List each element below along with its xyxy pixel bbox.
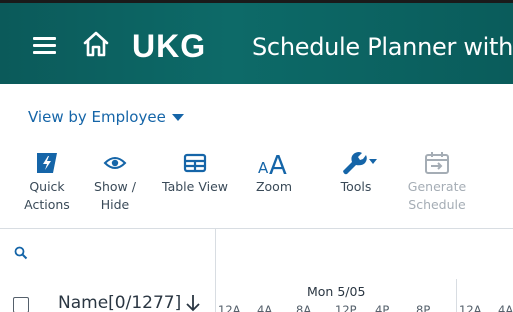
generate-schedule-button[interactable]: Generate Schedule — [401, 148, 473, 214]
divider — [0, 228, 513, 229]
hour-label: 12A — [459, 303, 482, 312]
table-icon — [159, 148, 231, 178]
tool-label: Schedule — [408, 197, 466, 212]
svg-text:A: A — [269, 151, 287, 177]
hour-label: 12P — [335, 303, 357, 312]
hour-label: 12A — [218, 303, 241, 312]
zoom-button[interactable]: A A Zoom — [248, 148, 300, 196]
tool-label: Tools — [340, 179, 372, 194]
divider — [456, 279, 457, 312]
page-title: Schedule Planner with A — [252, 33, 513, 61]
hour-label: 4P — [375, 303, 390, 312]
select-all-checkbox[interactable] — [13, 297, 29, 312]
home-icon[interactable] — [82, 30, 110, 58]
calendar-generate-icon — [401, 148, 473, 178]
view-by-label: View by Employee — [28, 108, 166, 126]
sort-arrow-down-icon[interactable] — [186, 294, 200, 312]
tool-label: Actions — [24, 197, 70, 212]
tools-button[interactable]: Tools — [328, 148, 384, 196]
name-column-header[interactable]: Name[0/1277] — [58, 293, 181, 312]
tool-label: Show / — [94, 179, 136, 194]
logo-text: UKG — [132, 27, 207, 64]
tool-label: Quick — [29, 179, 65, 194]
view-by-dropdown[interactable]: View by Employee — [28, 108, 184, 126]
eye-icon — [86, 148, 144, 178]
hour-label: 4A — [257, 303, 273, 312]
day-label: Mon 5/05 — [307, 284, 366, 299]
caret-down-icon — [171, 113, 184, 121]
top-bar: UKG Schedule Planner with A — [0, 0, 513, 84]
tool-label: Generate — [407, 179, 467, 194]
tool-label: Hide — [100, 197, 130, 212]
wrench-icon — [328, 148, 384, 178]
tool-label: Zoom — [255, 179, 293, 194]
hamburger-menu-icon[interactable] — [33, 37, 57, 57]
table-view-button[interactable]: Table View — [159, 148, 231, 196]
show-hide-button[interactable]: Show / Hide — [86, 148, 144, 214]
svg-text:A: A — [258, 159, 269, 177]
zoom-icon: A A — [248, 148, 300, 178]
divider — [215, 229, 216, 312]
search-icon[interactable] — [14, 246, 28, 260]
hour-label: 4A — [498, 303, 513, 312]
quick-actions-icon — [18, 148, 76, 178]
hour-label: 8P — [416, 303, 431, 312]
tool-label: Table View — [162, 179, 228, 194]
ukg-logo: UKG — [132, 27, 207, 64]
hour-label: 8A — [296, 303, 312, 312]
quick-actions-button[interactable]: Quick Actions — [18, 148, 76, 214]
